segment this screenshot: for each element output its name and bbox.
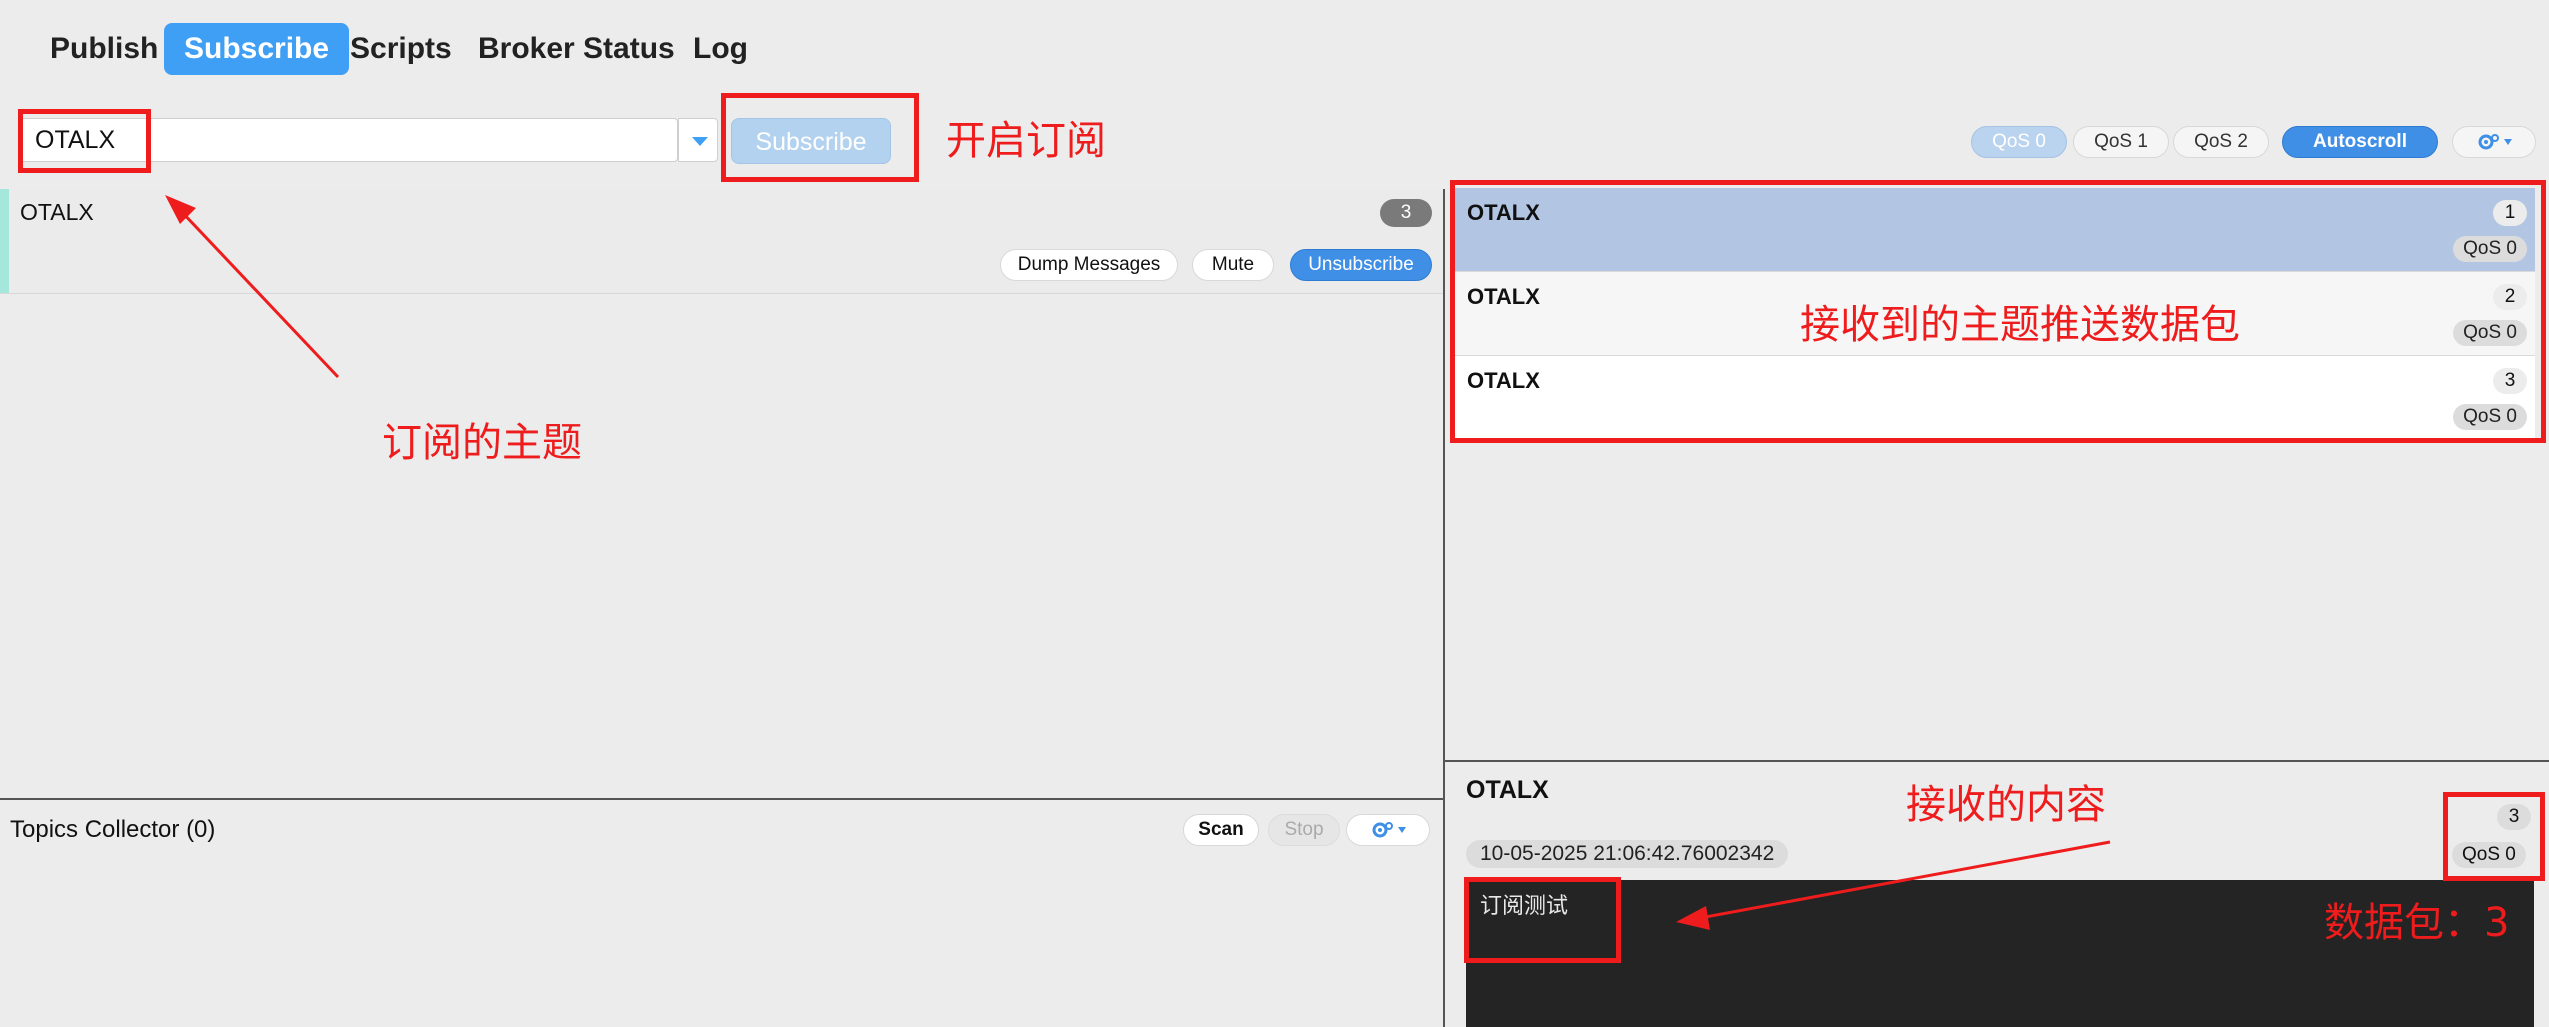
arrowhead-topic: [165, 195, 196, 224]
arrow-to-topic: [178, 208, 340, 379]
annotation-arrows: [165, 195, 2111, 930]
arrowhead-payload: [1676, 906, 1710, 930]
arrow-to-payload: [1699, 840, 2111, 920]
